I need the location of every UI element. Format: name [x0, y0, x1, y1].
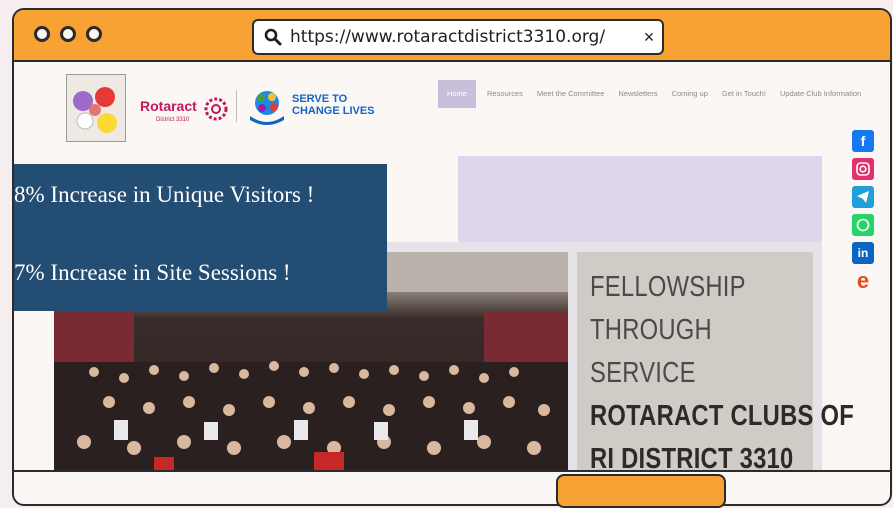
url-text[interactable]: https://www.rotaractdistrict3310.org/ — [290, 27, 636, 47]
brand-divider — [236, 90, 237, 122]
nav-item-contact[interactable]: Get in Touch! — [715, 80, 773, 108]
brand-subtitle: District 3310 — [156, 117, 190, 123]
nav-item-newsletters[interactable]: Newsletters — [611, 80, 664, 108]
stat-site-sessions: 7% Increase in Site Sessions ! — [14, 260, 291, 285]
serve-globe-icon — [250, 91, 284, 125]
serve-line: SERVE TO — [292, 93, 348, 105]
hero-text-panel: FELLOWSHIP THROUGH SERVICE ROTARACT CLUB… — [577, 252, 854, 475]
bottom-tab-button[interactable] — [556, 474, 726, 508]
serve-slogan: SERVE TO CHANGE LIVES — [292, 93, 382, 117]
rotary-wheel-icon — [204, 97, 228, 121]
instagram-icon[interactable] — [852, 158, 874, 180]
linkedin-icon[interactable]: in — [852, 242, 874, 264]
e-icon[interactable]: e — [852, 268, 874, 293]
window-control-dot[interactable] — [86, 26, 102, 42]
browser-titlebar: https://www.rotaractdistrict3310.org/ × — [14, 10, 890, 62]
nav-item-resources[interactable]: Resources — [480, 80, 530, 108]
site-nav: Home Resources Meet the Committee Newsle… — [438, 80, 868, 108]
stats-overlay: 8% Increase in Unique Visitors ! 7% Incr… — [14, 164, 387, 311]
frame-bottom-line — [12, 470, 892, 472]
social-links: f in e — [852, 130, 876, 298]
nav-item-update-club[interactable]: Update Club Information — [773, 80, 868, 108]
hero-line: ROTARACT CLUBS OF — [590, 400, 854, 432]
whatsapp-icon[interactable] — [852, 214, 874, 236]
address-bar[interactable]: https://www.rotaractdistrict3310.org/ × — [252, 19, 664, 55]
close-icon[interactable]: × — [636, 27, 662, 48]
nav-item-coming-up[interactable]: Coming up — [665, 80, 715, 108]
hero-line: FELLOWSHIP — [590, 271, 746, 303]
window-control-dot[interactable] — [34, 26, 50, 42]
stat-unique-visitors: 8% Increase in Unique Visitors ! — [14, 182, 315, 207]
serve-line: CHANGE LIVES — [292, 105, 375, 117]
district-logo[interactable] — [66, 74, 126, 142]
nav-item-committee[interactable]: Meet the Committee — [530, 80, 612, 108]
browser-window: https://www.rotaractdistrict3310.org/ × … — [12, 8, 892, 506]
search-icon — [264, 28, 282, 46]
facebook-icon[interactable]: f — [852, 130, 874, 152]
hero-line: SERVICE — [590, 357, 696, 389]
hero-line: THROUGH — [590, 314, 712, 346]
brand-name: Rotaract — [140, 98, 197, 114]
window-control-dot[interactable] — [60, 26, 76, 42]
nav-item-home[interactable]: Home — [438, 80, 477, 108]
hero-lilac-block — [458, 156, 822, 242]
telegram-icon[interactable] — [852, 186, 874, 208]
